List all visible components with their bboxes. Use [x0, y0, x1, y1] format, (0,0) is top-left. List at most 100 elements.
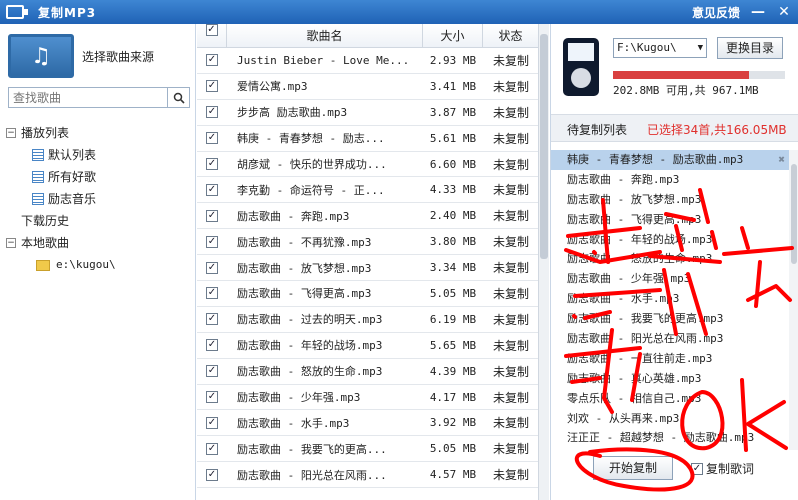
row-checkbox-cell[interactable]: ✓ [197, 416, 227, 429]
header-status[interactable]: 状态 [483, 23, 539, 48]
table-row[interactable]: ✓ 励志歌曲 - 年轻的战场.mp3 5.65 MB 未复制 [197, 333, 549, 359]
row-checkbox[interactable]: ✓ [206, 391, 218, 404]
row-checkbox-cell[interactable]: ✓ [197, 235, 227, 248]
table-row[interactable]: ✓ 励志歌曲 - 不再犹豫.mp3 3.80 MB 未复制 [197, 229, 549, 256]
pending-title: 待复制列表 [567, 123, 628, 137]
drive-value: F:\Kugou\ [617, 41, 677, 54]
minimize-button[interactable]: — [748, 2, 768, 22]
table-row[interactable]: ✓ 爱情公寓.mp3 3.41 MB 未复制 [197, 74, 549, 100]
header-name[interactable]: 歌曲名 [227, 23, 423, 48]
row-checkbox-cell[interactable]: ✓ [197, 313, 227, 326]
table-scrollbar[interactable] [538, 24, 549, 500]
row-checkbox-cell[interactable]: ✓ [197, 183, 227, 196]
row-checkbox-cell[interactable]: ✓ [197, 261, 227, 274]
list-item[interactable]: 刘欢 - 从头再来.mp3 [551, 409, 789, 429]
table-row[interactable]: ✓ 励志歌曲 - 阳光总在风雨... 4.57 MB 未复制 [197, 462, 549, 489]
collapse-icon[interactable]: − [6, 128, 16, 138]
list-item[interactable]: 汪正正 - 超越梦想 - 励志歌曲.mp3 [551, 428, 789, 448]
start-copy-button[interactable]: 开始复制 [593, 456, 673, 480]
scroll-thumb[interactable] [791, 164, 797, 264]
song-name: 励志歌曲 - 我要飞的更高... [237, 442, 387, 456]
table-row[interactable]: ✓ 励志歌曲 - 放飞梦想.mp3 3.34 MB 未复制 [197, 255, 549, 282]
copy-lyrics-checkbox[interactable]: ✓ [691, 462, 703, 475]
list-item[interactable]: 励志歌曲 - 少年强.mp3 [551, 269, 789, 289]
tree-item-playlists[interactable]: − 播放列表 [6, 122, 116, 144]
drive-dropdown[interactable]: F:\Kugou\ ▼ [613, 38, 707, 58]
table-row[interactable]: ✓ 励志歌曲 - 怒放的生命.mp3 4.39 MB 未复制 [197, 359, 549, 385]
row-checkbox[interactable]: ✓ [206, 365, 218, 378]
row-checkbox-cell[interactable]: ✓ [197, 339, 227, 352]
table-row[interactable]: ✓ 韩庚 - 青春梦想 - 励志... 5.61 MB 未复制 [197, 126, 549, 152]
row-checkbox-cell[interactable]: ✓ [197, 158, 227, 170]
row-checkbox[interactable]: ✓ [206, 287, 218, 300]
row-checkbox-cell[interactable]: ✓ [197, 391, 227, 404]
tree-item-local-songs[interactable]: − 本地歌曲 [6, 232, 116, 254]
collapse-icon[interactable]: − [6, 238, 16, 248]
close-button[interactable]: ✕ [774, 2, 794, 22]
row-checkbox-cell[interactable]: ✓ [197, 80, 227, 93]
list-item[interactable]: 零点乐队 - 相信自己.mp3 [551, 389, 789, 409]
tree-item-download-history[interactable]: 下载历史 [6, 210, 116, 232]
scroll-thumb[interactable] [540, 34, 548, 259]
row-checkbox-cell[interactable]: ✓ [197, 442, 227, 455]
table-row[interactable]: ✓ 励志歌曲 - 奔跑.mp3 2.40 MB 未复制 [197, 203, 549, 230]
table-row[interactable]: ✓ 励志歌曲 - 过去的明天.mp3 6.19 MB 未复制 [197, 307, 549, 333]
table-row[interactable]: ✓ Justin Bieber - Love Me... 2.93 MB 未复制 [197, 48, 549, 74]
list-item[interactable]: 励志歌曲 - 年轻的战场.mp3 [551, 230, 789, 250]
row-checkbox-cell[interactable]: ✓ [197, 106, 227, 119]
tree-item-favorites[interactable]: 所有好歌 [6, 166, 116, 188]
list-item[interactable]: 励志歌曲 - 真心英雄.mp3 [551, 369, 789, 389]
row-checkbox[interactable]: ✓ [206, 313, 218, 326]
tree-item-local-folder[interactable]: e:\kugou\ [6, 254, 116, 276]
row-checkbox-cell[interactable]: ✓ [197, 54, 227, 67]
list-item[interactable]: 励志歌曲 - 奔跑.mp3 [551, 170, 789, 190]
table-row[interactable]: ✓ 李克勤 - 命运符号 - 正... 4.33 MB 未复制 [197, 177, 549, 204]
row-checkbox-cell[interactable]: ✓ [197, 209, 227, 222]
change-directory-button[interactable]: 更换目录 [717, 37, 783, 59]
row-checkbox[interactable]: ✓ [206, 132, 218, 145]
tree-item-inspiration[interactable]: 励志音乐 [6, 188, 116, 210]
row-checkbox[interactable]: ✓ [206, 416, 218, 429]
row-checkbox[interactable]: ✓ [206, 158, 218, 170]
song-name: 韩庚 - 青春梦想 - 励志... [237, 132, 385, 146]
row-checkbox[interactable]: ✓ [206, 209, 218, 222]
table-row[interactable]: ✓ 励志歌曲 - 我要飞的更高... 5.05 MB 未复制 [197, 436, 549, 463]
table-row[interactable]: ✓ 胡彦斌 - 快乐的世界成功... 6.60 MB 未复制 [197, 152, 549, 178]
row-checkbox[interactable]: ✓ [206, 183, 218, 196]
list-item[interactable]: 励志歌曲 - 放飞梦想.mp3 [551, 190, 789, 210]
search-input[interactable] [9, 88, 167, 107]
select-all-checkbox[interactable]: ✓ [205, 23, 218, 36]
header-size[interactable]: 大小 [423, 23, 483, 48]
table-row[interactable]: ✓ 励志歌曲 - 水手.mp3 3.92 MB 未复制 [197, 410, 549, 437]
tree-item-default-list[interactable]: 默认列表 [6, 144, 116, 166]
row-checkbox[interactable]: ✓ [206, 235, 218, 248]
row-checkbox[interactable]: ✓ [206, 261, 218, 274]
pending-scrollbar[interactable] [789, 150, 798, 450]
copy-lyrics-option[interactable]: ✓ 复制歌词 [691, 460, 754, 477]
row-checkbox[interactable]: ✓ [206, 106, 218, 119]
row-checkbox-cell[interactable]: ✓ [197, 132, 227, 145]
table-row[interactable]: ✓ 励志歌曲 - 少年强.mp3 4.17 MB 未复制 [197, 385, 549, 411]
feedback-link[interactable]: 意见反馈 [692, 4, 740, 21]
list-item[interactable]: 励志歌曲 - 水手.mp3 [551, 289, 789, 309]
row-checkbox[interactable]: ✓ [206, 54, 218, 67]
list-item[interactable]: 励志歌曲 - 飞得更高.mp3 [551, 210, 789, 230]
row-checkbox-cell[interactable]: ✓ [197, 287, 227, 300]
list-item[interactable]: 励志歌曲 - 阳光总在风雨.mp3 [551, 329, 789, 349]
search-button[interactable] [167, 88, 189, 107]
select-all-cell[interactable]: ✓ [197, 23, 227, 48]
list-item[interactable]: 励志歌曲 - 一直往前走.mp3 [551, 349, 789, 369]
row-checkbox-cell[interactable]: ✓ [197, 365, 227, 378]
source-selector[interactable]: ♫ 选择歌曲来源 [8, 30, 196, 82]
list-item[interactable]: 励志歌曲 - 我要飞的更高.mp3 [551, 309, 789, 329]
row-checkbox[interactable]: ✓ [206, 468, 218, 481]
list-item[interactable]: 韩庚 - 青春梦想 - 励志歌曲.mp3 ✖ [551, 150, 789, 170]
table-row[interactable]: ✓ 励志歌曲 - 飞得更高.mp3 5.05 MB 未复制 [197, 281, 549, 307]
row-checkbox[interactable]: ✓ [206, 339, 218, 352]
list-item[interactable]: 励志歌曲 - 怒放的生命.mp3 [551, 249, 789, 269]
row-checkbox-cell[interactable]: ✓ [197, 468, 227, 481]
row-checkbox[interactable]: ✓ [206, 442, 218, 455]
remove-icon[interactable]: ✖ [778, 150, 785, 170]
table-row[interactable]: ✓ 步步高 励志歌曲.mp3 3.87 MB 未复制 [197, 100, 549, 126]
row-checkbox[interactable]: ✓ [206, 80, 218, 93]
